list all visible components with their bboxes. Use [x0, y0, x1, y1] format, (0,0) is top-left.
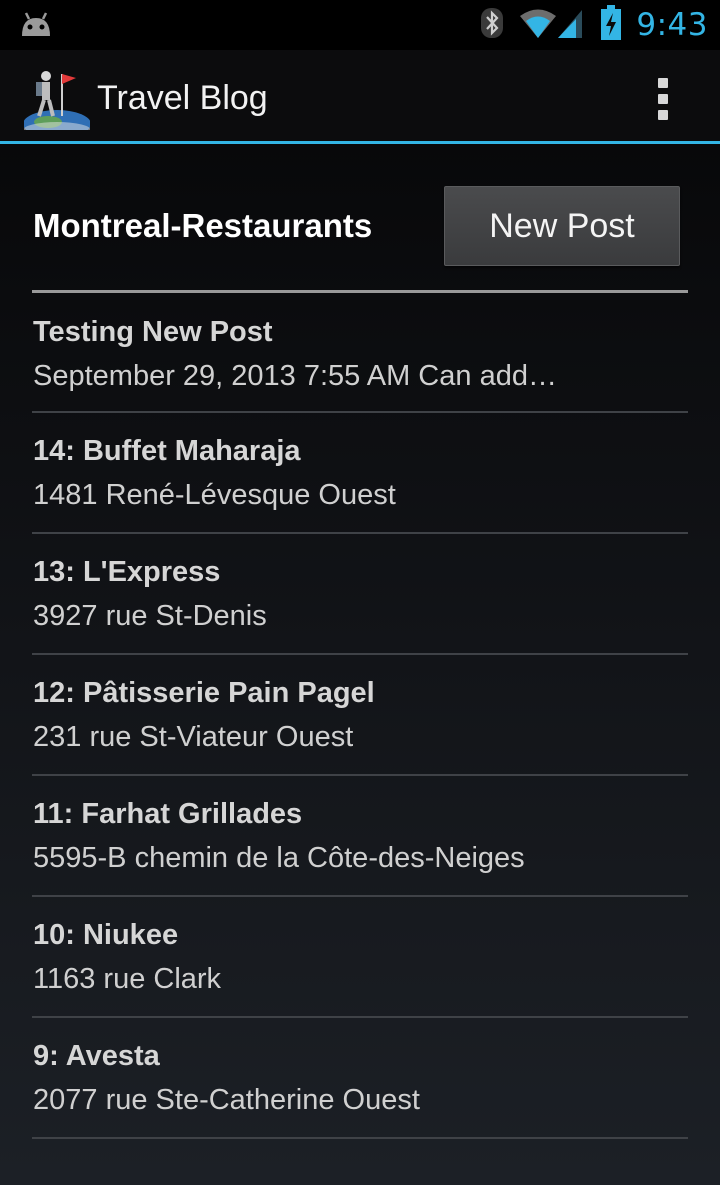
post-list: Testing New Post September 29, 2013 7:55… [32, 294, 688, 1139]
app-title: Travel Blog [97, 79, 268, 117]
post-title: 14: Buffet Maharaja [33, 435, 301, 467]
header-divider [32, 290, 688, 293]
post-subtitle: September 29, 2013 7:55 AM Can add… [33, 360, 557, 392]
post-title: 9: Avesta [33, 1040, 160, 1072]
post-title: 10: Niukee [33, 919, 179, 951]
post-title: 12: Pâtisserie Pain Pagel [33, 677, 375, 709]
battery-charging-icon [600, 5, 622, 45]
bluetooth-icon [480, 7, 504, 43]
overflow-menu-icon[interactable] [646, 76, 680, 122]
status-bar: 9:43 [0, 0, 720, 50]
blog-title: Montreal-Restaurants [33, 207, 373, 244]
list-item[interactable]: 10: Niukee 1163 rue Clark [32, 897, 688, 1018]
new-post-button[interactable]: New Post [444, 186, 680, 266]
list-item[interactable]: 11: Farhat Grillades 5595-B chemin de la… [32, 776, 688, 897]
list-item[interactable]: 14: Buffet Maharaja 1481 René-Lévesque O… [32, 413, 688, 534]
post-subtitle: 1481 René-Lévesque Ouest [33, 479, 396, 511]
list-item[interactable]: 12: Pâtisserie Pain Pagel 231 rue St-Via… [32, 655, 688, 776]
post-subtitle: 231 rue St-Viateur Ouest [33, 721, 354, 753]
post-title: Testing New Post [33, 316, 273, 348]
post-subtitle: 3927 rue St-Denis [33, 600, 267, 632]
post-subtitle: 2077 rue Ste-Catherine Ouest [33, 1084, 420, 1116]
list-item[interactable]: 13: L'Express 3927 rue St-Denis [32, 534, 688, 655]
status-time: 9:43 [636, 7, 708, 43]
post-title: 13: L'Express [33, 556, 221, 588]
post-title: 11: Farhat Grillades [33, 798, 303, 830]
action-bar: Travel Blog [0, 50, 720, 144]
wifi-signal-icon [518, 7, 586, 43]
traveler-globe-icon[interactable] [23, 68, 91, 138]
list-item[interactable]: 9: Avesta 2077 rue Ste-Catherine Ouest [32, 1018, 688, 1139]
android-icon [18, 10, 54, 42]
list-item[interactable]: Testing New Post September 29, 2013 7:55… [32, 294, 688, 413]
post-subtitle: 5595-B chemin de la Côte-des-Neiges [33, 842, 525, 874]
post-subtitle: 1163 rue Clark [33, 963, 222, 995]
